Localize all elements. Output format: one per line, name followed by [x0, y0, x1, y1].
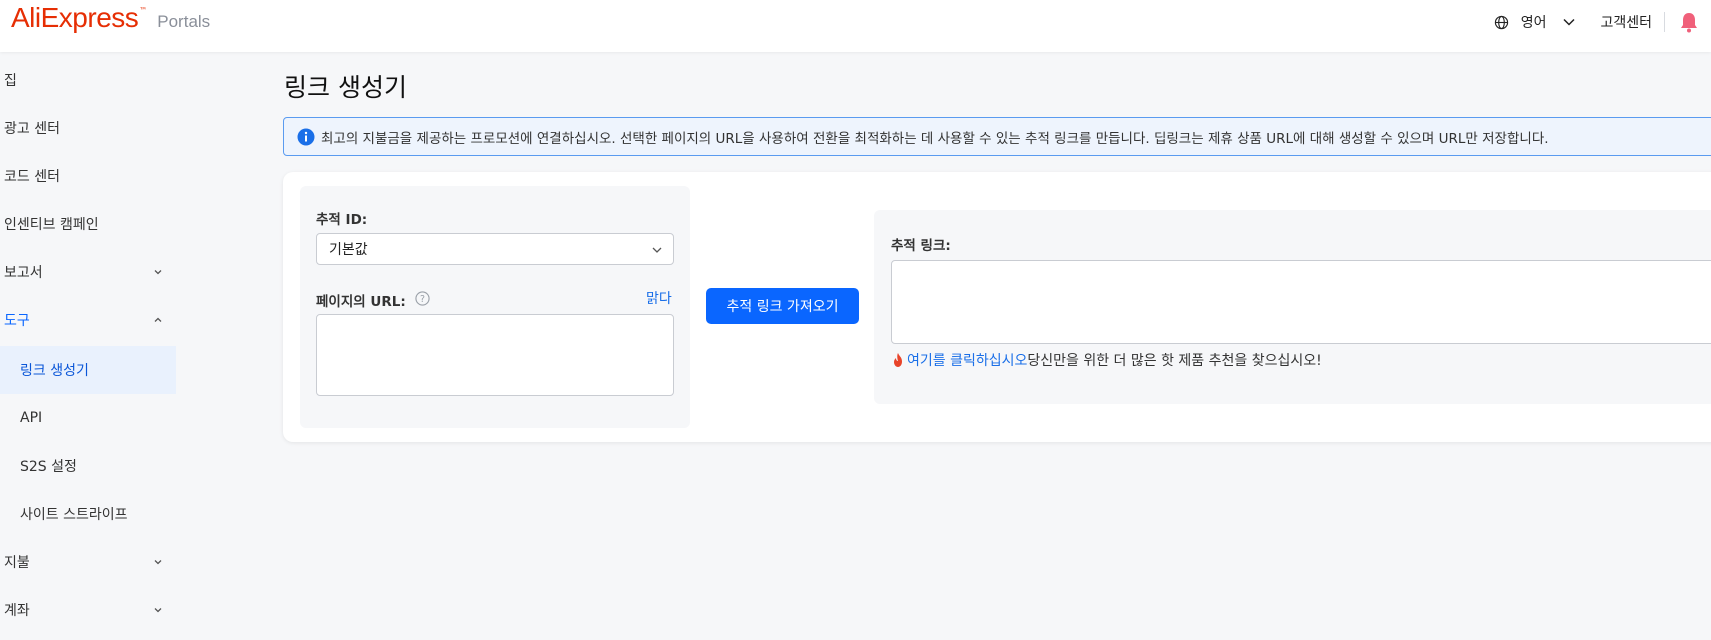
page-url-input[interactable] [316, 314, 674, 396]
header-actions: 영어 고객센터 [1494, 0, 1711, 44]
svg-text:?: ? [420, 294, 425, 305]
sidebar-item-api[interactable]: API [0, 394, 176, 442]
sidebar-item-label: 사이트 스트라이프 [20, 507, 128, 523]
chevron-down-icon[interactable] [1562, 15, 1576, 29]
customer-center-link[interactable]: 고객센터 [1600, 12, 1652, 32]
sidebar-item-link-generator[interactable]: 링크 생성기 [0, 346, 176, 394]
header-divider [1664, 12, 1665, 32]
logo-text: AliExpress [11, 2, 139, 33]
tracking-link-output[interactable] [891, 260, 1711, 344]
sidebar-item-incentive-campaign[interactable]: 인센티브 캠페인 [0, 200, 176, 248]
sidebar-item-s2s-settings[interactable]: S2S 설정 [0, 442, 176, 490]
globe-icon[interactable] [1494, 15, 1509, 30]
logo-portals-text: Portals [157, 12, 211, 31]
info-icon [297, 128, 315, 145]
sidebar-nav: 집 광고 센터 코드 센터 인센티브 캠페인 보고서 도구 링크 생성기 API… [0, 52, 176, 640]
language-selector[interactable]: 영어 [1521, 12, 1547, 32]
fire-icon [894, 353, 902, 367]
sidebar-item-label: S2S 설정 [20, 459, 77, 475]
info-text: 최고의 지불금을 제공하는 프로모션에 연결하십시오. 선택한 페이지의 URL… [321, 130, 1549, 147]
logo-trademark: ™ [139, 6, 148, 15]
promo-link[interactable]: 여기를 클릭하십시오 [907, 350, 1027, 370]
chevron-down-icon [154, 560, 162, 565]
sidebar-item-account[interactable]: 계좌 [0, 586, 176, 634]
sidebar-item-code-center[interactable]: 코드 센터 [0, 152, 176, 200]
sidebar-item-home[interactable]: 집 [0, 56, 176, 104]
get-tracking-link-button[interactable]: 추적 링크 가져오기 [706, 288, 859, 324]
sidebar-item-reports[interactable]: 보고서 [0, 248, 176, 296]
sidebar-item-label: 계좌 [4, 603, 30, 619]
chevron-down-icon [652, 247, 662, 253]
sidebar-item-payment[interactable]: 지불 [0, 538, 176, 586]
sidebar-item-ad-center[interactable]: 광고 센터 [0, 104, 176, 152]
bell-icon[interactable] [1679, 11, 1699, 33]
sidebar-item-label: 광고 센터 [4, 121, 60, 137]
chevron-down-icon [154, 270, 162, 275]
info-banner: 최고의 지불금을 제공하는 프로모션에 연결하십시오. 선택한 페이지의 URL… [283, 117, 1711, 156]
chevron-up-icon [154, 317, 162, 322]
tracking-id-select[interactable]: 기본값 [316, 233, 674, 265]
clear-link[interactable]: 맑다 [646, 288, 672, 308]
promo-line: 여기를 클릭하십시오 당신만을 위한 더 많은 핫 제품 추천을 찾으십시오! [891, 350, 1322, 370]
sidebar-item-label: 지불 [4, 555, 30, 571]
sidebar-item-label: 링크 생성기 [20, 363, 89, 379]
help-icon[interactable]: ? [415, 291, 430, 306]
promo-text: 당신만을 위한 더 많은 핫 제품 추천을 찾으십시오! [1027, 353, 1322, 369]
sidebar-item-label: 보고서 [4, 265, 43, 281]
page-title: 링크 생성기 [284, 73, 407, 102]
sidebar-item-label: 집 [4, 73, 17, 89]
tracking-id-value: 기본값 [329, 242, 368, 258]
chevron-down-icon [154, 608, 162, 613]
sidebar-item-tools[interactable]: 도구 [0, 296, 176, 344]
tracking-link-label: 추적 링크: [891, 238, 951, 254]
sidebar-item-label: 코드 센터 [4, 169, 60, 185]
sidebar-item-label: API [20, 410, 43, 426]
tracking-id-label: 추적 ID: [316, 212, 368, 228]
page-url-label: 페이지의 URL: [316, 294, 406, 310]
sidebar-item-label: 도구 [4, 313, 30, 329]
sidebar-item-label: 인센티브 캠페인 [4, 217, 99, 233]
top-header: AliExpress ™ Portals 영어 고객센터 [0, 0, 1711, 52]
sidebar-item-site-stripe[interactable]: 사이트 스트라이프 [0, 490, 176, 538]
aliexpress-portals-logo[interactable]: AliExpress ™ Portals [11, 2, 210, 34]
